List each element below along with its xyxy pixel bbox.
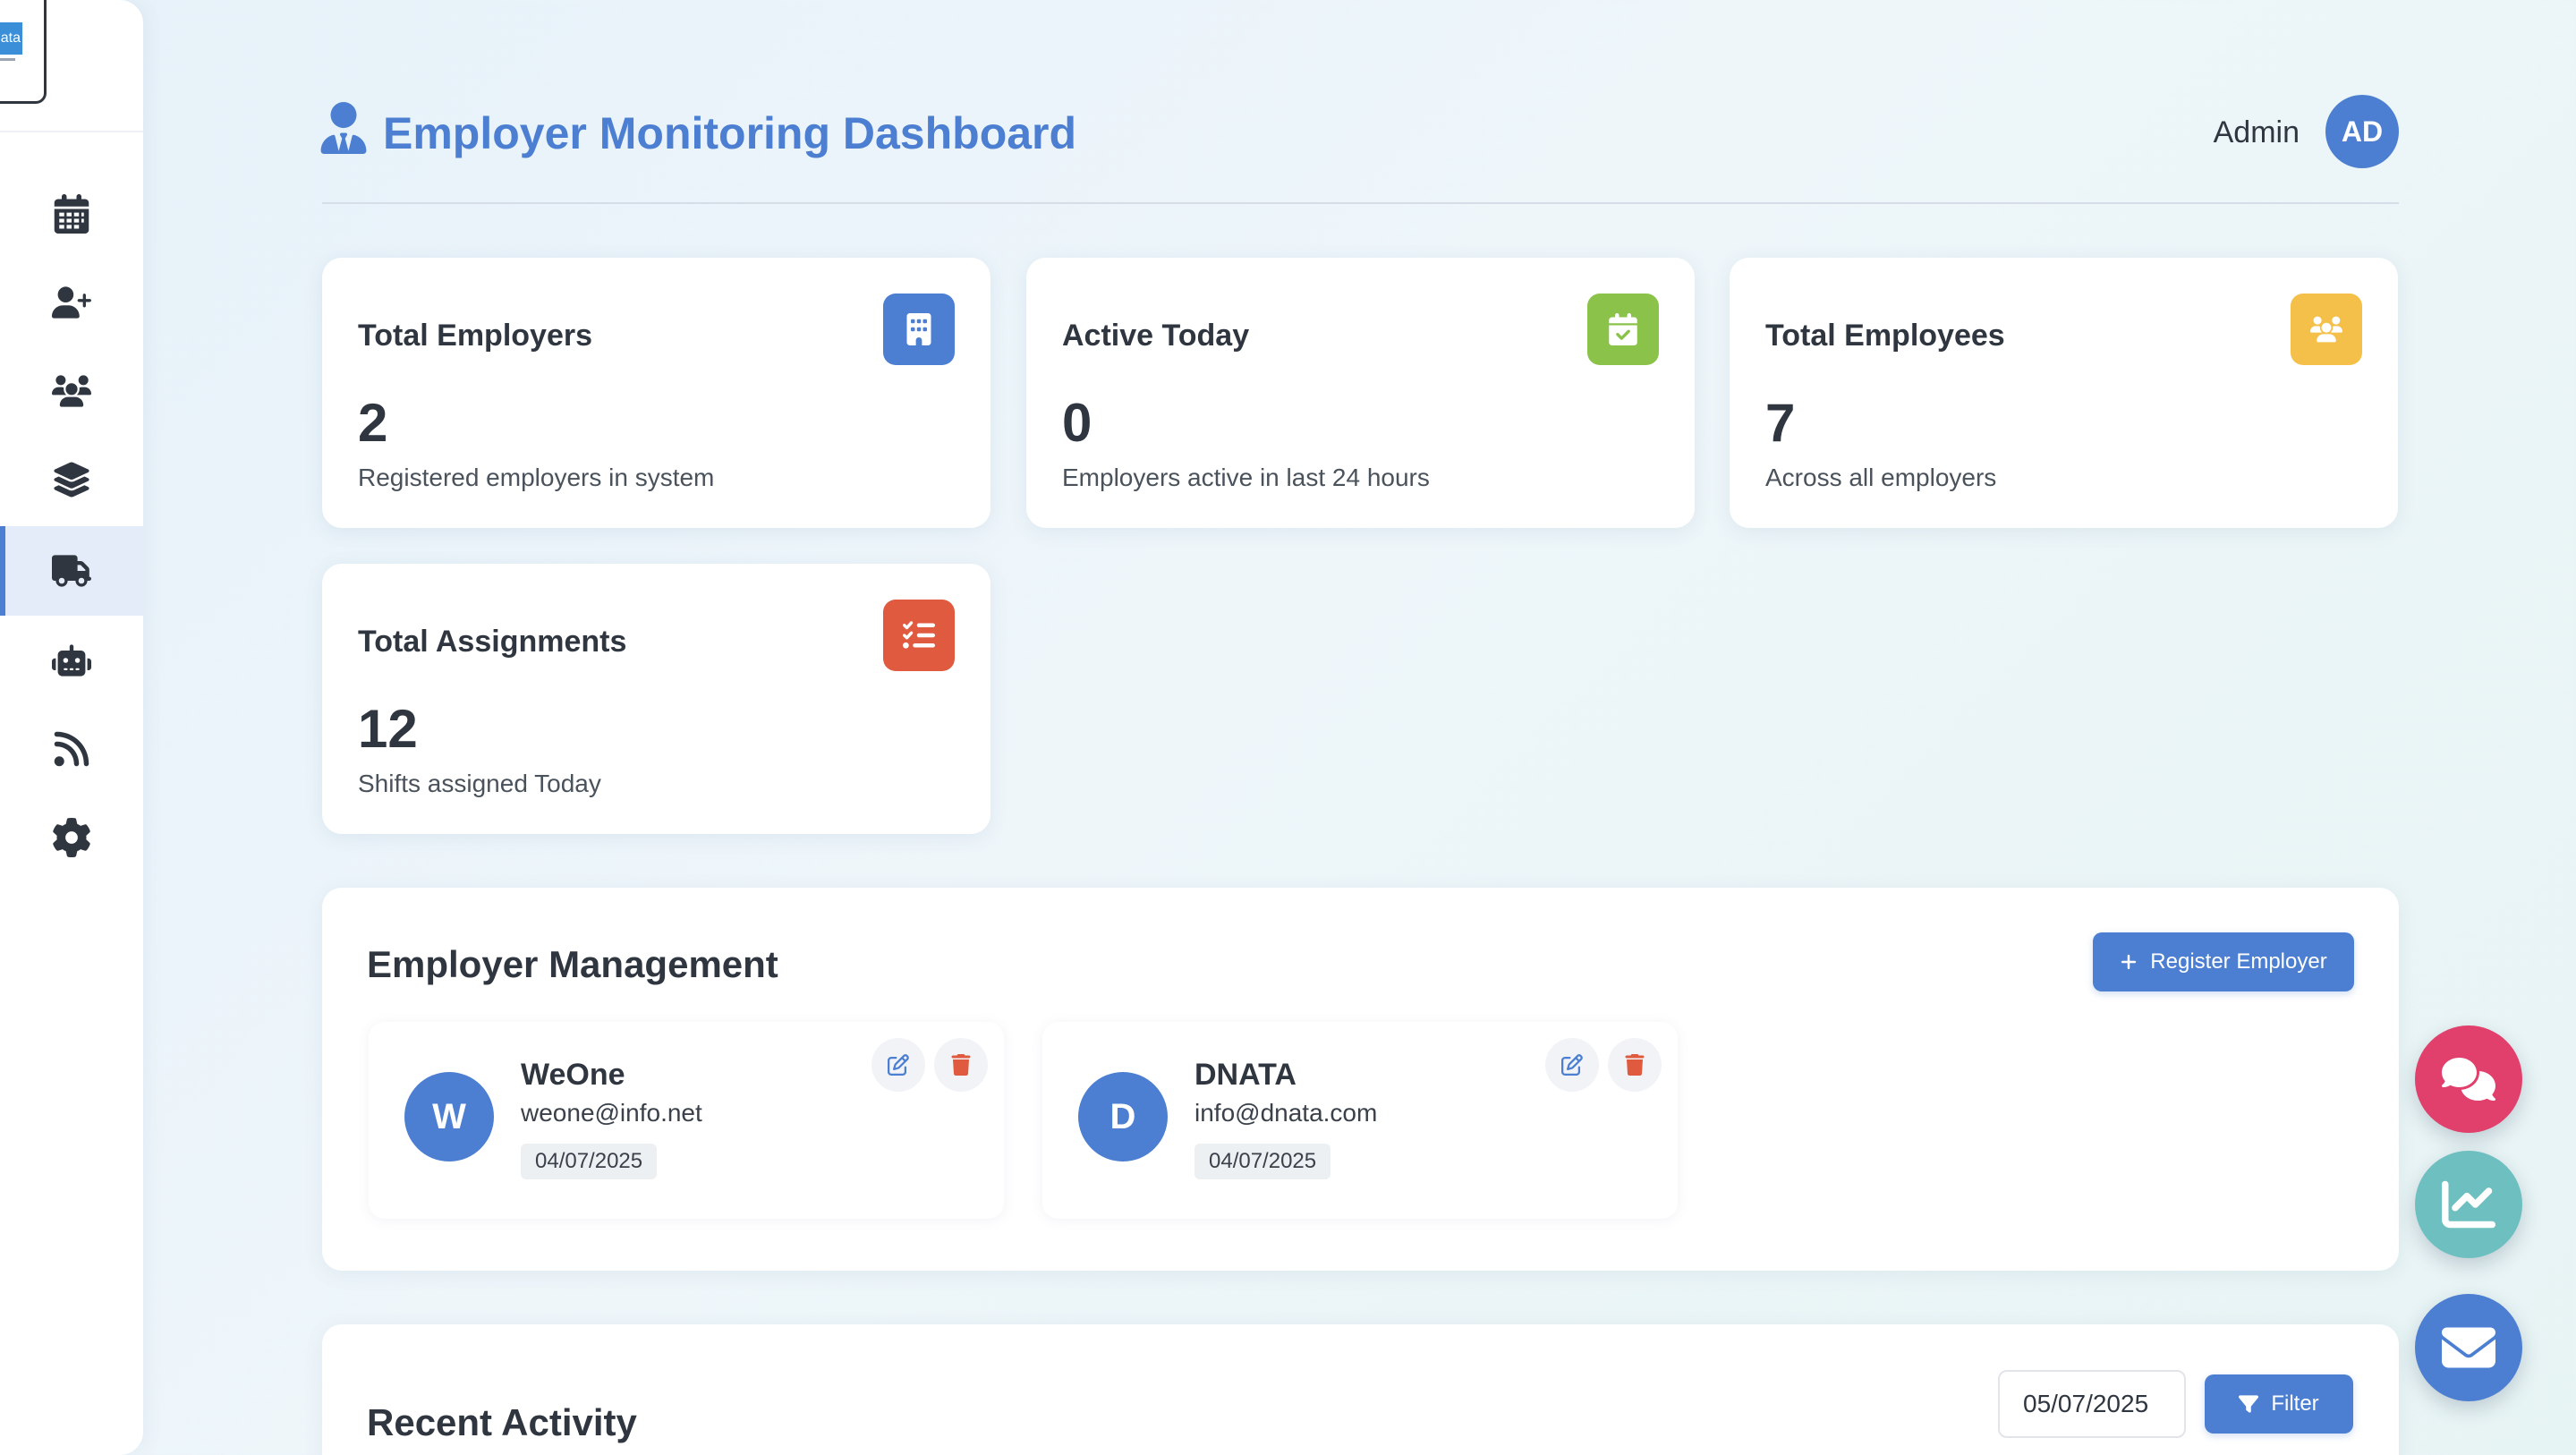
edit-employer-button[interactable]: [871, 1038, 925, 1092]
user-plus-icon: [52, 286, 91, 319]
employer-icon: [320, 102, 367, 154]
stat-description: Across all employers: [1765, 464, 1997, 491]
robot-icon: [52, 644, 91, 676]
employer-date-badge: 04/07/2025: [521, 1144, 658, 1179]
analytics-fab[interactable]: [2415, 1151, 2522, 1258]
stat-title: Active Today: [1062, 319, 1250, 353]
filter-icon: [2239, 1395, 2259, 1413]
calendar-check-icon: [1587, 294, 1659, 365]
employer-card-dnata[interactable]: D DNATA info@dnata.com 04/07/2025: [1042, 1022, 1678, 1219]
stat-value: 2: [358, 393, 388, 453]
stat-card-total-employees: Total Employees 7 Across all employers: [1730, 258, 2398, 528]
stat-value: 7: [1765, 393, 1796, 453]
edit-employer-button[interactable]: [1545, 1038, 1599, 1092]
sidebar-item-feed[interactable]: [0, 704, 143, 794]
employer-name: WeOne: [521, 1058, 625, 1092]
stat-title: Total Employees: [1765, 319, 2005, 353]
logo-mark: ata: [0, 22, 22, 55]
stat-card-total-assignments: Total Assignments 12 Shifts assigned Tod…: [322, 564, 990, 834]
rss-icon: [54, 731, 89, 767]
user-avatar[interactable]: AD: [2325, 95, 2399, 168]
envelope-icon: [2442, 1327, 2495, 1368]
register-employer-button[interactable]: Register Employer: [2093, 932, 2354, 991]
stat-card-active-today: Active Today 0 Employers active in last …: [1026, 258, 1695, 528]
users-icon: [2291, 294, 2362, 365]
building-icon: [883, 294, 955, 365]
sidebar-item-transport[interactable]: [0, 526, 143, 616]
tasks-icon: [883, 600, 955, 671]
sidebar-divider: [0, 131, 143, 132]
stat-description: Shifts assigned Today: [358, 770, 601, 797]
edit-icon: [888, 1054, 909, 1076]
section-title: Employer Management: [367, 943, 778, 985]
employer-email: info@dnata.com: [1194, 1099, 1378, 1127]
logo-subtext: [0, 58, 15, 61]
header-divider: [322, 202, 2399, 204]
edit-icon: [1561, 1054, 1583, 1076]
message-fab[interactable]: [2415, 1294, 2522, 1401]
page-title: Employer Monitoring Dashboard: [383, 108, 1077, 158]
sidebar-item-settings[interactable]: [0, 793, 143, 882]
comments-icon: [2442, 1058, 2495, 1101]
stat-value: 0: [1062, 393, 1092, 453]
filter-label: Filter: [2271, 1391, 2319, 1416]
gear-icon: [53, 818, 90, 857]
stat-description: Registered employers in system: [358, 464, 715, 491]
delete-employer-button[interactable]: [1608, 1038, 1662, 1092]
plus-icon: [2121, 954, 2137, 970]
chat-fab[interactable]: [2415, 1025, 2522, 1133]
activity-date-input[interactable]: 05/07/2025: [1998, 1370, 2186, 1438]
trash-icon: [951, 1054, 971, 1076]
register-employer-label: Register Employer: [2150, 949, 2327, 974]
stat-title: Total Employers: [358, 319, 592, 353]
trash-icon: [1625, 1054, 1645, 1076]
sidebar-item-layers[interactable]: [0, 435, 143, 524]
employer-management-panel: Employer Management Register Employer W …: [322, 888, 2399, 1271]
user-name-label: Admin: [2213, 115, 2300, 149]
sidebar: ata: [0, 0, 143, 1455]
section-title: Recent Activity: [367, 1401, 637, 1443]
employer-avatar: W: [404, 1072, 494, 1161]
employer-name: DNATA: [1194, 1058, 1297, 1092]
sidebar-item-add-user[interactable]: [0, 258, 143, 347]
delete-employer-button[interactable]: [934, 1038, 988, 1092]
stat-title: Total Assignments: [358, 625, 627, 659]
calendar-icon: [54, 194, 89, 234]
chart-line-icon: [2442, 1180, 2495, 1229]
users-icon: [52, 375, 91, 407]
filter-button[interactable]: Filter: [2205, 1374, 2353, 1434]
layers-icon: [54, 462, 89, 498]
employer-date-badge: 04/07/2025: [1194, 1144, 1331, 1179]
employer-email: weone@info.net: [521, 1099, 702, 1127]
sidebar-item-users[interactable]: [0, 346, 143, 436]
employer-card-weone[interactable]: W WeOne weone@info.net 04/07/2025: [369, 1022, 1004, 1219]
truck-icon: [52, 555, 91, 587]
sidebar-item-calendar[interactable]: [0, 169, 143, 259]
stat-description: Employers active in last 24 hours: [1062, 464, 1430, 491]
stat-card-total-employers: Total Employers 2 Registered employers i…: [322, 258, 990, 528]
employer-avatar: D: [1078, 1072, 1168, 1161]
app-logo[interactable]: ata: [0, 0, 47, 104]
sidebar-item-robot[interactable]: [0, 616, 143, 705]
stat-value: 12: [358, 699, 418, 759]
